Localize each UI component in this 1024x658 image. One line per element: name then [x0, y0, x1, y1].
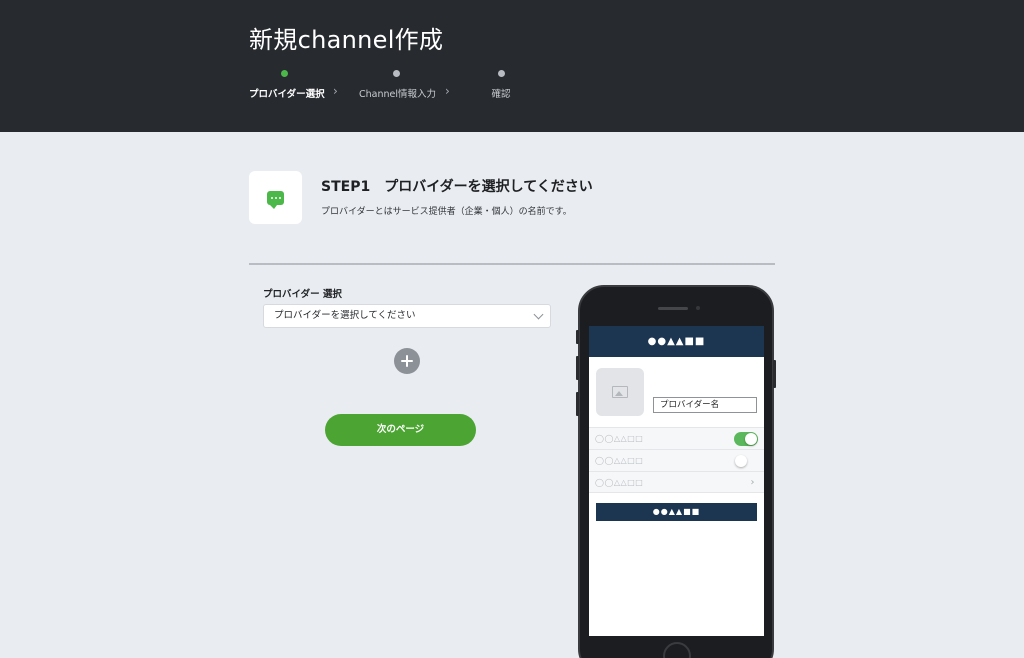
chevron-right-icon: ›: [750, 477, 755, 488]
list-item: ◯◯△△□□ ›: [589, 471, 764, 493]
chevron-down-icon: [533, 309, 544, 320]
preview-settings-list: ◯◯△△□□ ◯◯△△□□ ◯◯△△□□ ›: [589, 427, 764, 493]
provider-select-value: プロバイダーを選択してください: [274, 310, 416, 321]
step-description: プロバイダーとはサービス提供者（企業・個人）の名前です。: [321, 207, 572, 217]
provider-select[interactable]: プロバイダーを選択してください: [263, 304, 551, 328]
phone-side-button: [576, 356, 579, 380]
step-icon-box: [249, 171, 302, 224]
phone-screen: ●●▲▲■■ プロバイダー名 ◯◯△△□□ ◯◯△△□□ ◯◯△△□□ › ●●…: [589, 326, 764, 636]
step-confirm: 確認: [481, 70, 521, 100]
list-item: ◯◯△△□□: [589, 449, 764, 471]
step-label: プロバイダー選択: [249, 89, 325, 100]
preview-action-button: ●●▲▲■■: [596, 503, 757, 521]
step-label: Channel情報入力: [359, 89, 437, 100]
phone-home-button: [663, 642, 691, 658]
chevron-right-icon: ›: [445, 84, 450, 98]
toggle-on-icon: [734, 432, 758, 446]
step-provider-select: プロバイダー選択: [249, 70, 325, 100]
add-provider-button[interactable]: [394, 348, 420, 374]
preview-nav-bar: ●●▲▲■■: [589, 326, 764, 357]
phone-preview: ●●▲▲■■ プロバイダー名 ◯◯△△□□ ◯◯△△□□ ◯◯△△□□ › ●●…: [578, 285, 774, 658]
phone-speaker: [658, 307, 688, 310]
step-heading: STEP1 プロバイダーを選択してください: [321, 179, 593, 195]
toggle-off-icon: [734, 454, 758, 468]
step-dot-active: [280, 70, 288, 77]
section-divider: [249, 263, 775, 265]
list-item-label: ◯◯△△□□: [595, 478, 644, 487]
preview-avatar: [596, 368, 644, 416]
chat-bubble-icon: [267, 190, 284, 209]
chevron-right-icon: ›: [333, 84, 338, 98]
page-title: 新規channel作成: [249, 26, 444, 54]
phone-side-button: [576, 330, 579, 344]
list-item-label: ◯◯△△□□: [595, 434, 644, 443]
list-item: ◯◯△△□□: [589, 427, 764, 449]
next-page-button[interactable]: 次のページ: [325, 414, 476, 446]
step-label: 確認: [491, 89, 511, 100]
step-dot: [497, 70, 505, 77]
step-channel-info: Channel情報入力: [359, 70, 437, 100]
page-header: 新規channel作成 プロバイダー選択 › Channel情報入力 › 確認: [0, 0, 1024, 132]
list-item-label: ◯◯△△□□: [595, 456, 644, 465]
preview-provider-name-field: プロバイダー名: [653, 397, 757, 413]
step-dot: [392, 70, 400, 77]
phone-side-button: [773, 360, 776, 388]
image-placeholder-icon: [612, 386, 628, 398]
phone-side-button: [576, 392, 579, 416]
provider-select-label: プロバイダー 選択: [263, 289, 342, 300]
phone-camera: [696, 306, 700, 310]
